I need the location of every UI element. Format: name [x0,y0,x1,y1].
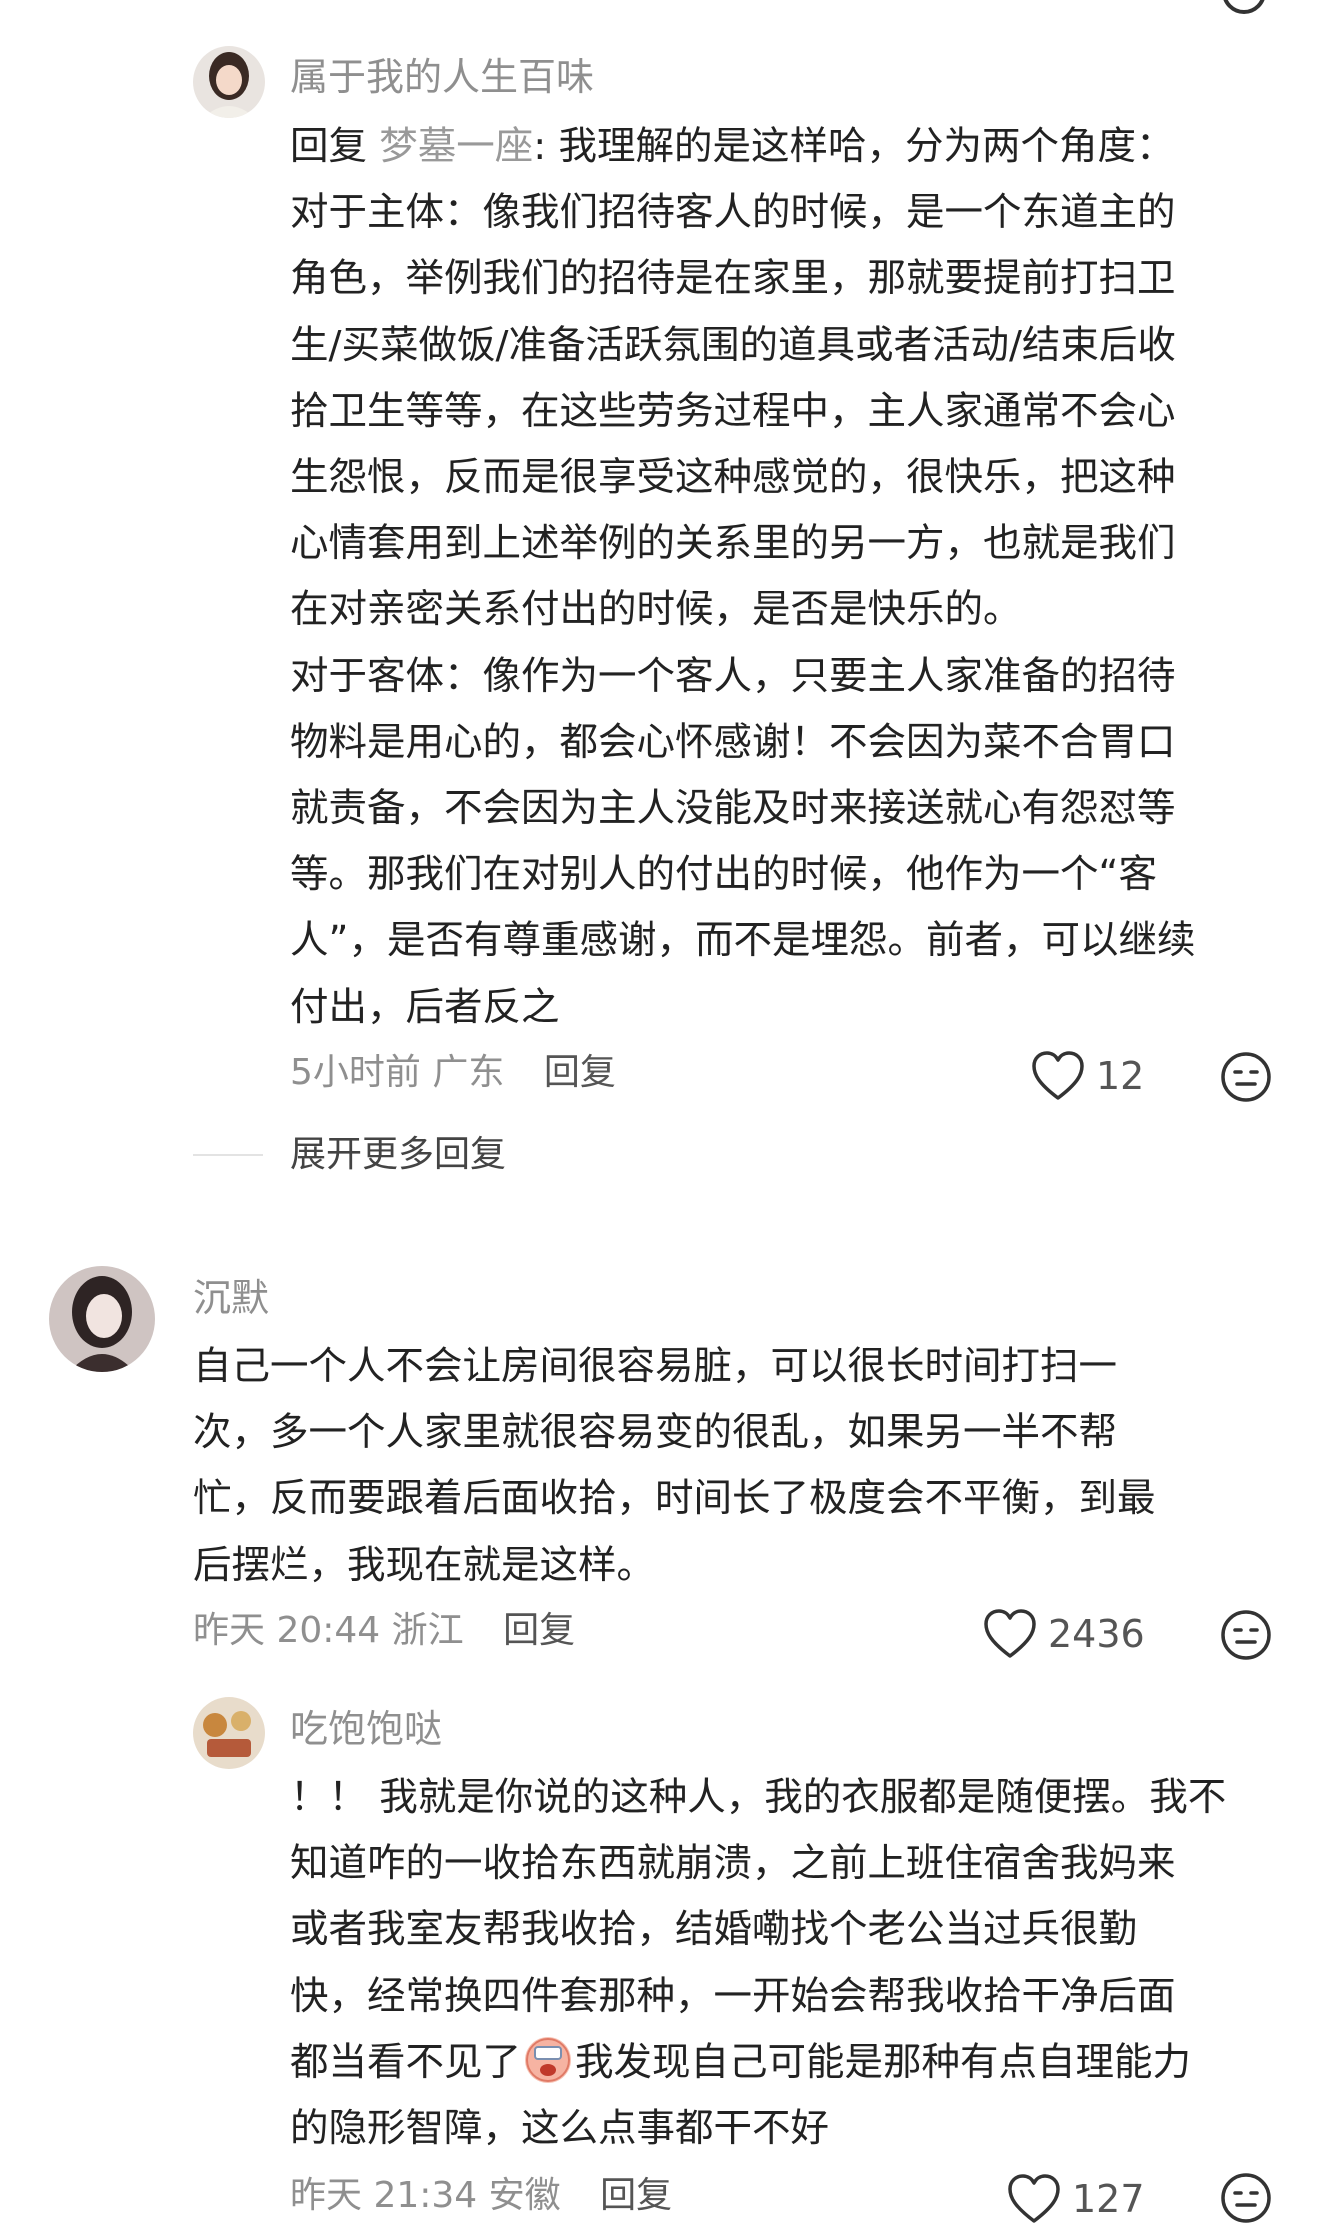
expand-more-replies[interactable]: 展开更多回复 [290,1132,506,1178]
reply-button[interactable]: 回复 [544,1052,616,1093]
emoji-face-icon[interactable] [1220,1051,1272,1103]
emoji-face-icon[interactable] [1222,0,1266,14]
comment-body: 回复 梦墓一座: 我理解的是这样哈，分为两个角度： 对于主体：像我们招待客人的时… [290,114,1280,1041]
like-button[interactable]: 2436 [982,1606,1145,1662]
avatar[interactable] [193,46,265,118]
avatar[interactable] [193,1697,265,1769]
comment-body: 自己一个人不会让房间很容易脏，可以很长时间打扫一 次，多一个人家里就很容易变的很… [193,1344,1156,1588]
like-button[interactable]: 12 [1030,1048,1144,1104]
reply-button[interactable]: 回复 [503,1610,575,1651]
heart-outline-icon [984,1609,1036,1658]
comment-meta: 5小时前 广东 回复 [290,1050,616,1096]
reply-target-name[interactable]: 梦墓一座 [379,124,533,169]
heart-outline-icon [1008,2174,1060,2223]
comment-username[interactable]: 沉默 [193,1275,269,1321]
comment-time: 5小时前 [290,1052,421,1093]
comment-username[interactable]: 属于我的人生百味 [290,54,594,100]
comment-time: 昨天 20:44 [193,1610,381,1651]
comment-text: : 我理解的是这样哈，分为两个角度： 对于主体：像我们招待客人的时候，是一个东道… [290,124,1196,1030]
emoji-face-icon[interactable] [1220,1609,1272,1661]
like-count: 127 [1072,2177,1145,2221]
avatar[interactable] [49,1266,155,1372]
like-button[interactable]: 127 [1006,2171,1145,2227]
comment-text: ！！ 我就是你说的这种人，我的衣服都是随便摆。我不 知道咋的一收拾东西就崩溃，之… [290,1775,1227,2085]
heart-outline-icon [1032,1051,1084,1100]
like-count: 2436 [1048,1612,1145,1656]
crying-face-emoji [525,2036,572,2083]
comment-meta: 昨天 20:44 浙江 回复 [193,1608,575,1654]
comment-username[interactable]: 吃饱饱哒 [290,1706,442,1752]
comment-location: 广东 [432,1052,505,1093]
emoji-face-icon[interactable] [1220,2172,1272,2224]
comment-feed: 属于我的人生百味 回复 梦墓一座: 我理解的是这样哈，分为两个角度： 对于主体：… [0,0,1320,2227]
like-count: 12 [1096,1054,1145,1098]
divider [193,1154,263,1156]
comment-body: ！！ 我就是你说的这种人，我的衣服都是随便摆。我不 知道咋的一收拾东西就崩溃，之… [290,1765,1280,2162]
comment-location: 浙江 [391,1610,464,1651]
comment-meta: 昨天 21:34 安徽 回复 [290,2173,672,2219]
reply-button[interactable]: 回复 [600,2175,672,2216]
reply-prefix: 回复 [290,124,380,169]
comment-time: 昨天 21:34 [290,2175,478,2216]
comment-location: 安徽 [488,2175,561,2216]
